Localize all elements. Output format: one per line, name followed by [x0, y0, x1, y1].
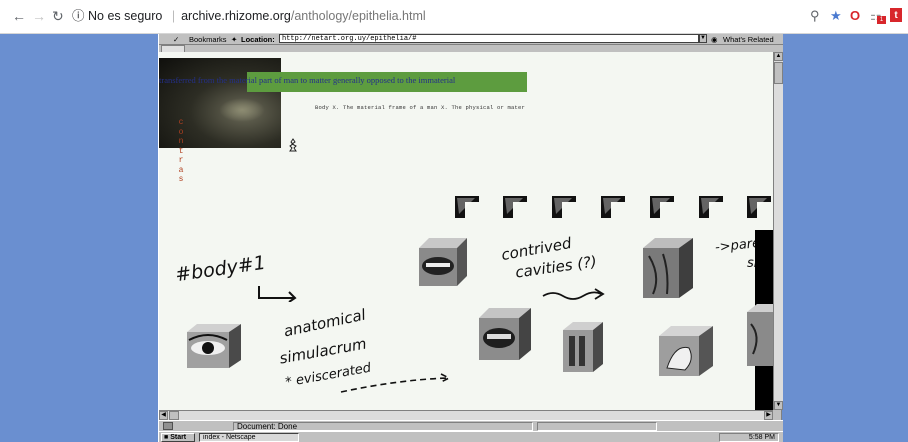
mouth-cube-image-2 [479, 308, 531, 360]
vertical-scrollbar[interactable]: ▲ ▼ [773, 52, 783, 410]
address-bar[interactable]: ⓘ No es seguro | archive.rhizome.org/anth… [72, 8, 426, 24]
status-text: Document: Done [233, 422, 533, 431]
figure-icon [289, 138, 297, 152]
browser-toolbar: ← → ↻ ⓘ No es seguro | archive.rhizome.or… [0, 0, 908, 34]
status-bar: Document: Done [159, 420, 783, 431]
taskbar: ■ Start index - Netscape 5:58 PM [159, 431, 783, 442]
wedge-icon [699, 196, 723, 218]
taskbar-item-netscape[interactable]: index - Netscape [199, 433, 299, 442]
handwriting-body1: #body#1 [173, 251, 268, 287]
scroll-up-icon[interactable]: ▲ [774, 52, 783, 61]
arrow-icon [258, 286, 297, 302]
system-tray: 5:58 PM [719, 433, 779, 442]
scroll-thumb[interactable] [774, 62, 783, 84]
vertical-text: contras [178, 118, 184, 184]
wedge-icon [552, 196, 576, 218]
webpage-canvas: transferred from the material part of ma… [159, 52, 773, 410]
horizontal-scrollbar[interactable]: ◀ ▶ [159, 410, 773, 420]
status-progress [537, 422, 657, 431]
location-icon: ✦ [231, 35, 238, 44]
puzzle-icon[interactable]: ⚏ 1 [870, 8, 886, 24]
windows-icon: ■ [164, 434, 169, 441]
scroll-thumb-horizontal[interactable] [169, 411, 179, 420]
hand-cube-image [659, 326, 713, 376]
zoom-icon[interactable]: ⚲ [810, 8, 820, 24]
netscape-tab-strip [159, 45, 783, 52]
scroll-right-icon[interactable]: ▶ [764, 411, 773, 420]
t-icon[interactable]: t [890, 8, 902, 22]
start-label: Start [170, 434, 187, 441]
partial-cube-image [747, 304, 773, 366]
star-icon[interactable]: ★ [830, 8, 842, 24]
info-icon[interactable]: ⓘ [72, 9, 85, 23]
bookmarks-icon[interactable]: ✓ [173, 34, 179, 45]
security-label: No es seguro [88, 9, 163, 23]
clock: 5:58 PM [748, 434, 775, 441]
location-input[interactable]: http://netart.org.uy/epithelia/# [279, 34, 699, 43]
scroll-down-icon[interactable]: ▼ [774, 401, 783, 410]
opera-icon[interactable]: O [850, 8, 860, 24]
body-definition-line: Body X. The material frame of a man X. T… [315, 104, 526, 111]
legs-cube-image [563, 322, 603, 372]
whats-related-icon[interactable]: ◉ [711, 34, 718, 45]
back-icon[interactable]: ← [12, 8, 26, 24]
wedge-icon [601, 196, 625, 218]
start-button[interactable]: ■ Start [161, 433, 195, 442]
lock-icon[interactable] [163, 422, 173, 430]
netscape-tab[interactable] [161, 45, 185, 52]
url-path: /anthology/epithelia.html [290, 9, 426, 23]
torso-cube-image [643, 238, 693, 298]
location-dropdown[interactable]: ▼ [699, 34, 707, 43]
overlay-text: transferred from the material part of ma… [159, 75, 456, 85]
forward-icon[interactable]: → [32, 8, 46, 24]
eye-cube-image [187, 324, 241, 368]
reload-icon[interactable]: ↻ [52, 8, 64, 24]
wave-arrow-icon [542, 288, 605, 300]
dashed-arrow-icon [340, 373, 451, 393]
extension-badge: 1 [877, 16, 886, 24]
location-label: Location: [241, 35, 275, 44]
whats-related-label[interactable]: What's Related [723, 34, 774, 45]
bookmarks-label[interactable]: Bookmarks [189, 34, 227, 45]
netscape-location-bar: ✓ Bookmarks ✦ Location: http://netart.or… [159, 34, 783, 45]
address-separator: | [171, 9, 176, 23]
wedge-icon [503, 196, 527, 218]
url-host: archive.rhizome.org [181, 9, 291, 23]
wedge-icon [747, 196, 771, 218]
wedge-icon [455, 196, 479, 218]
mouth-cube-image [419, 238, 467, 286]
netscape-window: ✓ Bookmarks ✦ Location: http://netart.or… [158, 34, 783, 442]
wedge-icon [650, 196, 674, 218]
scroll-left-icon[interactable]: ◀ [159, 411, 168, 420]
